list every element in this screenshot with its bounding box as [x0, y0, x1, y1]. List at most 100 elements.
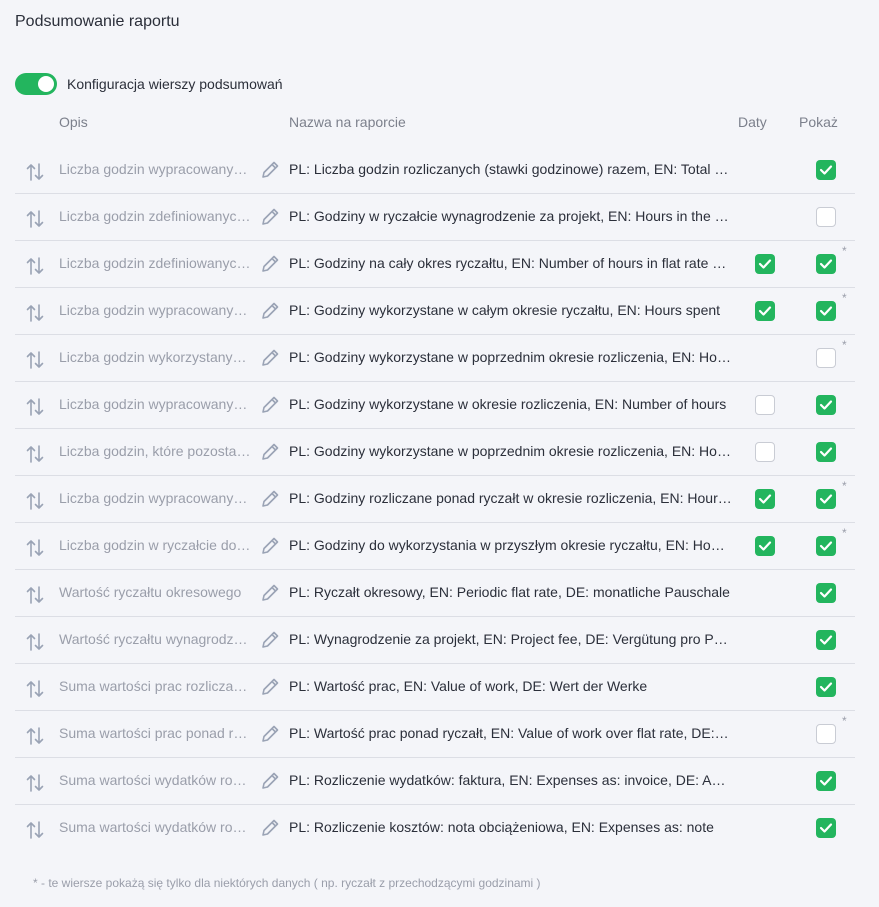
row-nazwa: PL: Godziny w ryczałcie wynagrodzenie za… — [289, 208, 732, 224]
drag-handle-icon[interactable] — [25, 772, 45, 794]
edit-pencil-icon[interactable] — [259, 347, 281, 369]
table-row: Liczba godzin wykorzystanych w poprzedni… — [15, 335, 855, 382]
table-header: Opis Nazwa na raporcie Daty Pokaż — [0, 114, 879, 132]
pokaz-checkbox[interactable] — [816, 207, 836, 227]
column-header-daty: Daty — [738, 114, 767, 130]
summary-config-toggle-row: Konfiguracja wierszy podsumowań — [15, 73, 283, 95]
table-row: Liczba godzin wypracowanych w całym okre… — [15, 288, 855, 335]
edit-pencil-icon[interactable] — [259, 253, 281, 275]
row-opis: Suma wartości prac rozliczanych — [59, 678, 251, 694]
table-row: Wartość ryczałtu wynagrodzenie za projek… — [15, 617, 855, 664]
drag-handle-icon[interactable] — [25, 584, 45, 606]
table-row: Suma wartości wydatków rozliczanych fakt… — [15, 758, 855, 805]
row-opis: Liczba godzin wypracowanych w całym okre… — [59, 302, 251, 318]
row-nazwa: PL: Godziny wykorzystane w poprzednim ok… — [289, 443, 732, 459]
row-nazwa: PL: Godziny do wykorzystania w przyszłym… — [289, 537, 732, 553]
pokaz-checkbox[interactable] — [816, 395, 836, 415]
row-nazwa: PL: Rozliczenie wydatków: faktura, EN: E… — [289, 772, 732, 788]
row-opis: Wartość ryczałtu okresowego — [59, 584, 242, 600]
summary-config-toggle[interactable] — [15, 73, 57, 95]
drag-handle-icon[interactable] — [25, 396, 45, 418]
table-row: Liczba godzin, które pozostały z poprzed… — [15, 429, 855, 476]
edit-pencil-icon[interactable] — [259, 159, 281, 181]
edit-pencil-icon[interactable] — [259, 770, 281, 792]
drag-handle-icon[interactable] — [25, 161, 45, 183]
pokaz-checkbox[interactable] — [816, 348, 836, 368]
edit-pencil-icon[interactable] — [259, 488, 281, 510]
pokaz-checkbox[interactable] — [816, 536, 836, 556]
footnote-marker: * — [842, 244, 847, 258]
edit-pencil-icon[interactable] — [259, 817, 281, 839]
row-nazwa: PL: Wartość prac, EN: Value of work, DE:… — [289, 678, 648, 694]
daty-checkbox[interactable] — [755, 489, 775, 509]
pokaz-checkbox[interactable] — [816, 771, 836, 791]
row-nazwa: PL: Wynagrodzenie za projekt, EN: Projec… — [289, 631, 732, 647]
row-opis: Liczba godzin wypracowanych w okresie ro… — [59, 396, 251, 412]
drag-handle-icon[interactable] — [25, 678, 45, 700]
column-header-opis: Opis — [59, 114, 88, 130]
pokaz-checkbox[interactable] — [816, 442, 836, 462]
drag-handle-icon[interactable] — [25, 725, 45, 747]
table-row: Suma wartości prac rozliczanych PL: Warto… — [15, 664, 855, 711]
edit-pencil-icon[interactable] — [259, 206, 281, 228]
drag-handle-icon[interactable] — [25, 208, 45, 230]
pokaz-checkbox[interactable] — [816, 630, 836, 650]
pokaz-checkbox[interactable] — [816, 301, 836, 321]
daty-checkbox[interactable] — [755, 395, 775, 415]
daty-checkbox[interactable] — [755, 442, 775, 462]
edit-pencil-icon[interactable] — [259, 441, 281, 463]
edit-pencil-icon[interactable] — [259, 723, 281, 745]
edit-pencil-icon[interactable] — [259, 300, 281, 322]
drag-handle-icon[interactable] — [25, 537, 45, 559]
drag-handle-icon[interactable] — [25, 631, 45, 653]
edit-pencil-icon[interactable] — [259, 582, 281, 604]
table-row: Suma wartości wydatków rozliczanych notą… — [15, 805, 855, 852]
pokaz-checkbox[interactable] — [816, 583, 836, 603]
footnote-marker: * — [842, 479, 847, 493]
column-header-pokaz: Pokaż — [799, 114, 838, 130]
row-opis: Wartość ryczałtu wynagrodzenie za projek… — [59, 631, 251, 647]
table-row: Liczba godzin wypracowanych ponad ryczał… — [15, 476, 855, 523]
drag-handle-icon[interactable] — [25, 443, 45, 465]
row-nazwa: PL: Godziny wykorzystane w całym okresie… — [289, 302, 721, 318]
table-row: Suma wartości prac ponad ryczałt PL: Wart… — [15, 711, 855, 758]
row-opis: Liczba godzin wypracowanych (stawki godz… — [59, 161, 251, 177]
row-opis: Liczba godzin zdefiniowanych w ryczałcie… — [59, 208, 251, 224]
footnote-marker: * — [842, 714, 847, 728]
edit-pencil-icon[interactable] — [259, 394, 281, 416]
edit-pencil-icon[interactable] — [259, 676, 281, 698]
table-row: Liczba godzin wypracowanych (stawki godz… — [15, 147, 855, 194]
row-opis: Suma wartości wydatków rozliczanych fakt… — [59, 772, 251, 788]
row-nazwa: PL: Godziny rozliczane ponad ryczałt w o… — [289, 490, 732, 506]
drag-handle-icon[interactable] — [25, 302, 45, 324]
pokaz-checkbox[interactable] — [816, 489, 836, 509]
row-opis: Suma wartości wydatków rozliczanych notą — [59, 819, 251, 835]
edit-pencil-icon[interactable] — [259, 629, 281, 651]
row-opis: Suma wartości prac ponad ryczałt — [59, 725, 251, 741]
table-row: Wartość ryczałtu okresowego PL: Ryczałt o… — [15, 570, 855, 617]
daty-checkbox[interactable] — [755, 536, 775, 556]
row-nazwa: PL: Godziny na cały okres ryczałtu, EN: … — [289, 255, 732, 271]
row-opis: Liczba godzin w ryczałcie do wykorzystan… — [59, 537, 251, 553]
pokaz-checkbox[interactable] — [816, 677, 836, 697]
footnote-marker: * — [842, 291, 847, 305]
row-opis: Liczba godzin wykorzystanych w poprzedni… — [59, 349, 251, 365]
row-nazwa: PL: Godziny wykorzystane w poprzednim ok… — [289, 349, 732, 365]
drag-handle-icon[interactable] — [25, 349, 45, 371]
pokaz-checkbox[interactable] — [816, 724, 836, 744]
footnote-marker: * — [842, 338, 847, 352]
daty-checkbox[interactable] — [755, 254, 775, 274]
pokaz-checkbox[interactable] — [816, 818, 836, 838]
footnote-marker: * — [842, 526, 847, 540]
drag-handle-icon[interactable] — [25, 255, 45, 277]
table-row: Liczba godzin zdefiniowanych w ryczałcie… — [15, 194, 855, 241]
pokaz-checkbox[interactable] — [816, 254, 836, 274]
row-nazwa: PL: Wartość prac ponad ryczałt, EN: Valu… — [289, 725, 732, 741]
pokaz-checkbox[interactable] — [816, 160, 836, 180]
daty-checkbox[interactable] — [755, 301, 775, 321]
drag-handle-icon[interactable] — [25, 819, 45, 841]
toggle-knob — [38, 76, 54, 92]
drag-handle-icon[interactable] — [25, 490, 45, 512]
row-nazwa: PL: Rozliczenie kosztów: nota obciążenio… — [289, 819, 714, 835]
edit-pencil-icon[interactable] — [259, 535, 281, 557]
